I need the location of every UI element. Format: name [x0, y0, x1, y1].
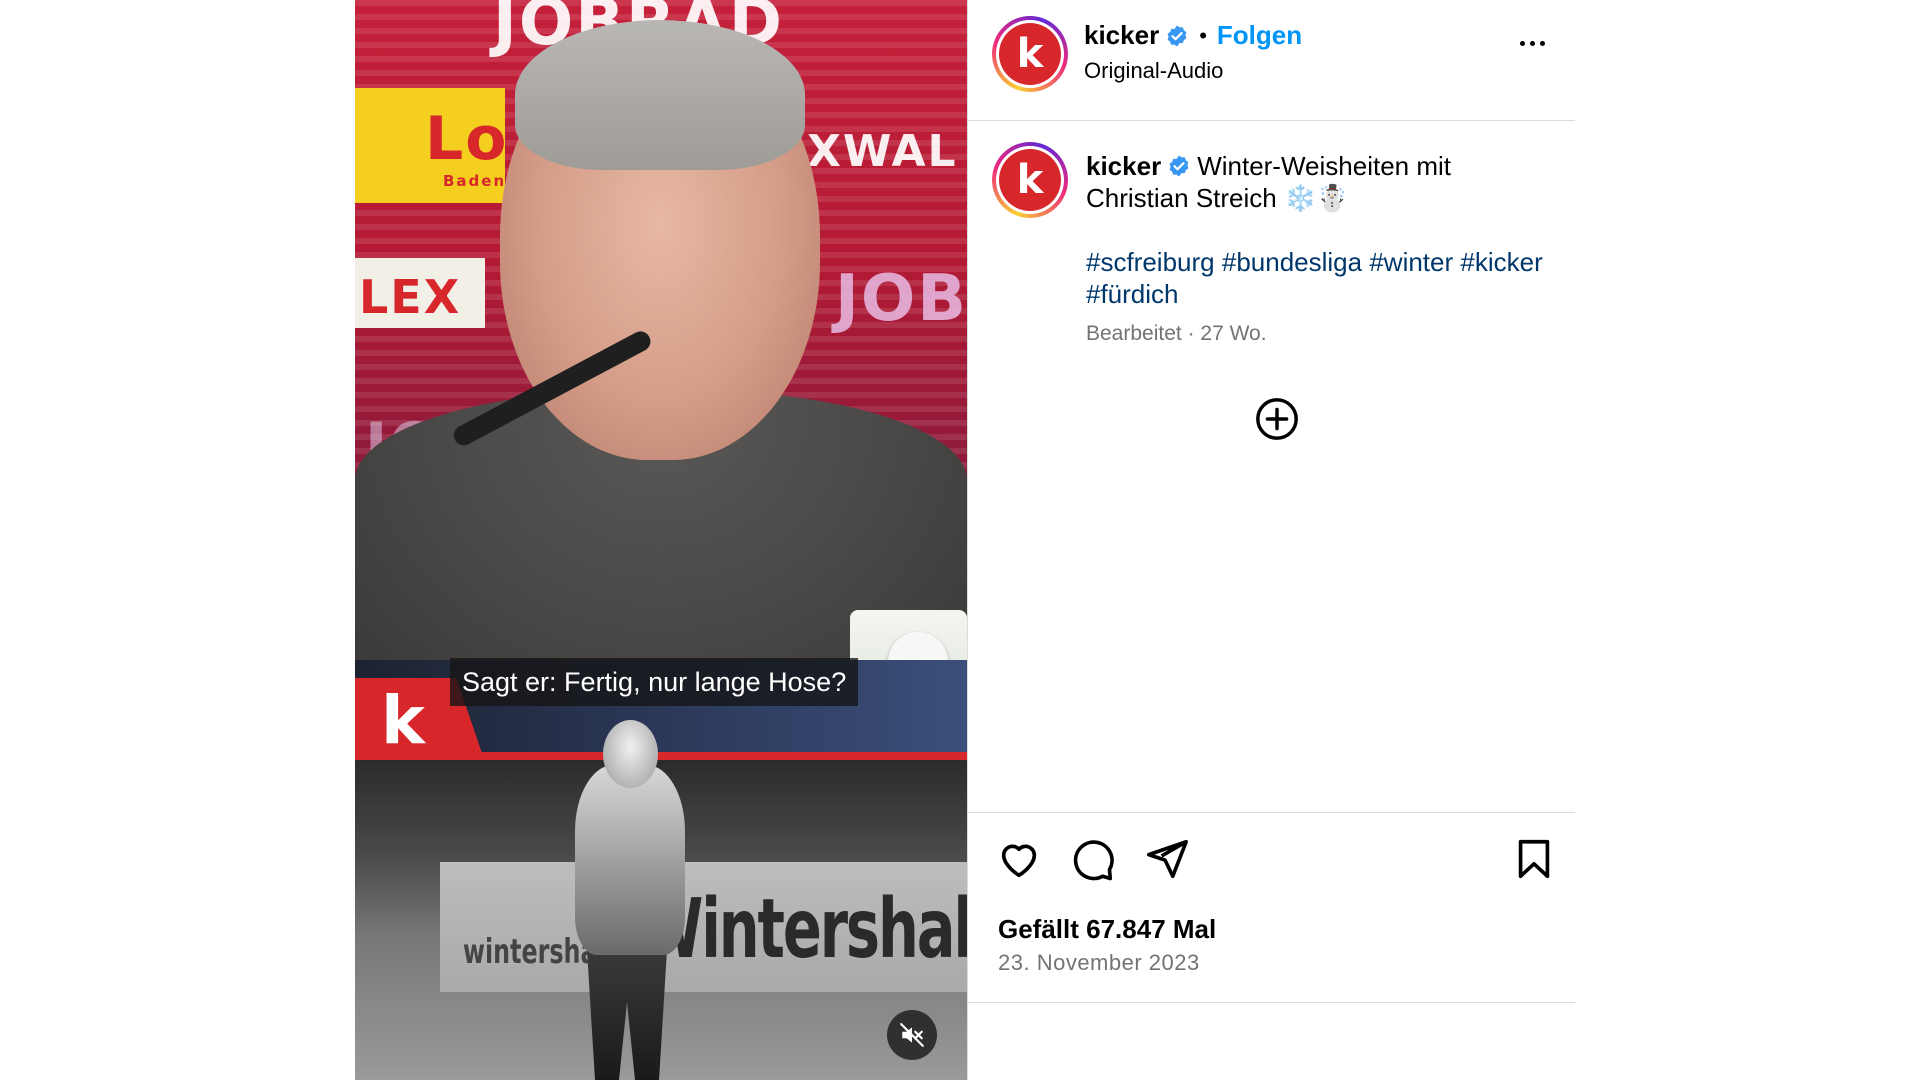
- comment-bubble-icon[interactable]: [1070, 836, 1116, 882]
- avatar-logo: k: [999, 149, 1061, 211]
- avatar-logo: k: [999, 23, 1061, 85]
- header-divider: [968, 120, 1575, 121]
- heart-icon[interactable]: [996, 836, 1042, 882]
- bookmark-icon[interactable]: [1511, 836, 1557, 882]
- lower-third-rule: [355, 752, 967, 760]
- plus-circle-icon[interactable]: [1254, 396, 1300, 442]
- hashtag-link[interactable]: #winter: [1369, 247, 1453, 277]
- like-count[interactable]: Gefällt 67.847 Mal: [998, 914, 1216, 945]
- reel-video[interactable]: JOBRAD Lo Baden LEX XWAL JOBRA JO k Sagt…: [355, 0, 967, 1080]
- post-header: kicker • Folgen: [1084, 20, 1302, 51]
- sponsor-text: LEX: [359, 270, 462, 324]
- comment-area-divider: [968, 1002, 1575, 1003]
- speaker-hair: [515, 20, 805, 170]
- actions-divider: [968, 812, 1575, 813]
- hashtag-link[interactable]: #bundesliga: [1222, 247, 1362, 277]
- speaker-muted-icon: [900, 1023, 924, 1047]
- sponsor-text: JOBRA: [835, 262, 967, 336]
- sponsor-text: XWAL: [807, 126, 958, 177]
- stadium-banner-text: Wintershall: [640, 882, 967, 977]
- post-caption: kicker Winter-Weisheiten mit Christian S…: [1086, 150, 1556, 214]
- more-options-button[interactable]: [1508, 30, 1556, 56]
- follow-button[interactable]: Folgen: [1217, 20, 1302, 51]
- caption-avatar[interactable]: k: [992, 142, 1068, 218]
- sponsor-text: Lo: [425, 104, 509, 174]
- audio-label[interactable]: Original-Audio: [1084, 58, 1223, 84]
- player-head: [603, 720, 658, 788]
- mute-toggle-button[interactable]: [887, 1010, 937, 1060]
- player-torso: [575, 765, 685, 955]
- more-dots-icon: [1519, 40, 1525, 46]
- hashtag-list: #scfreiburg #bundesliga #winter #kicker …: [1086, 246, 1546, 310]
- verified-badge-icon: [1167, 25, 1187, 46]
- video-subtitle: Sagt er: Fertig, nur lange Hose?: [450, 658, 859, 706]
- header-avatar[interactable]: k: [992, 16, 1068, 92]
- post-age[interactable]: 27 Wo.: [1200, 322, 1266, 345]
- header-username[interactable]: kicker: [1084, 20, 1159, 51]
- paper-plane-icon[interactable]: [1144, 836, 1190, 882]
- sponsor-text: Baden: [443, 172, 507, 190]
- edited-label: Bearbeitet: [1086, 322, 1182, 345]
- hashtag-link[interactable]: #kicker: [1460, 247, 1542, 277]
- caption-meta: Bearbeitet · 27 Wo.: [1086, 322, 1267, 345]
- hashtag-link[interactable]: #scfreiburg: [1086, 247, 1215, 277]
- caption-username[interactable]: kicker: [1086, 151, 1161, 181]
- post-date: 23. November 2023: [998, 950, 1200, 975]
- hashtag-link[interactable]: #fürdich: [1086, 279, 1179, 309]
- post-side-panel: k kicker • Folgen Original-Audio k kicke…: [968, 0, 1575, 1080]
- header-separator: •: [1199, 22, 1207, 48]
- verified-badge-icon: [1169, 155, 1189, 177]
